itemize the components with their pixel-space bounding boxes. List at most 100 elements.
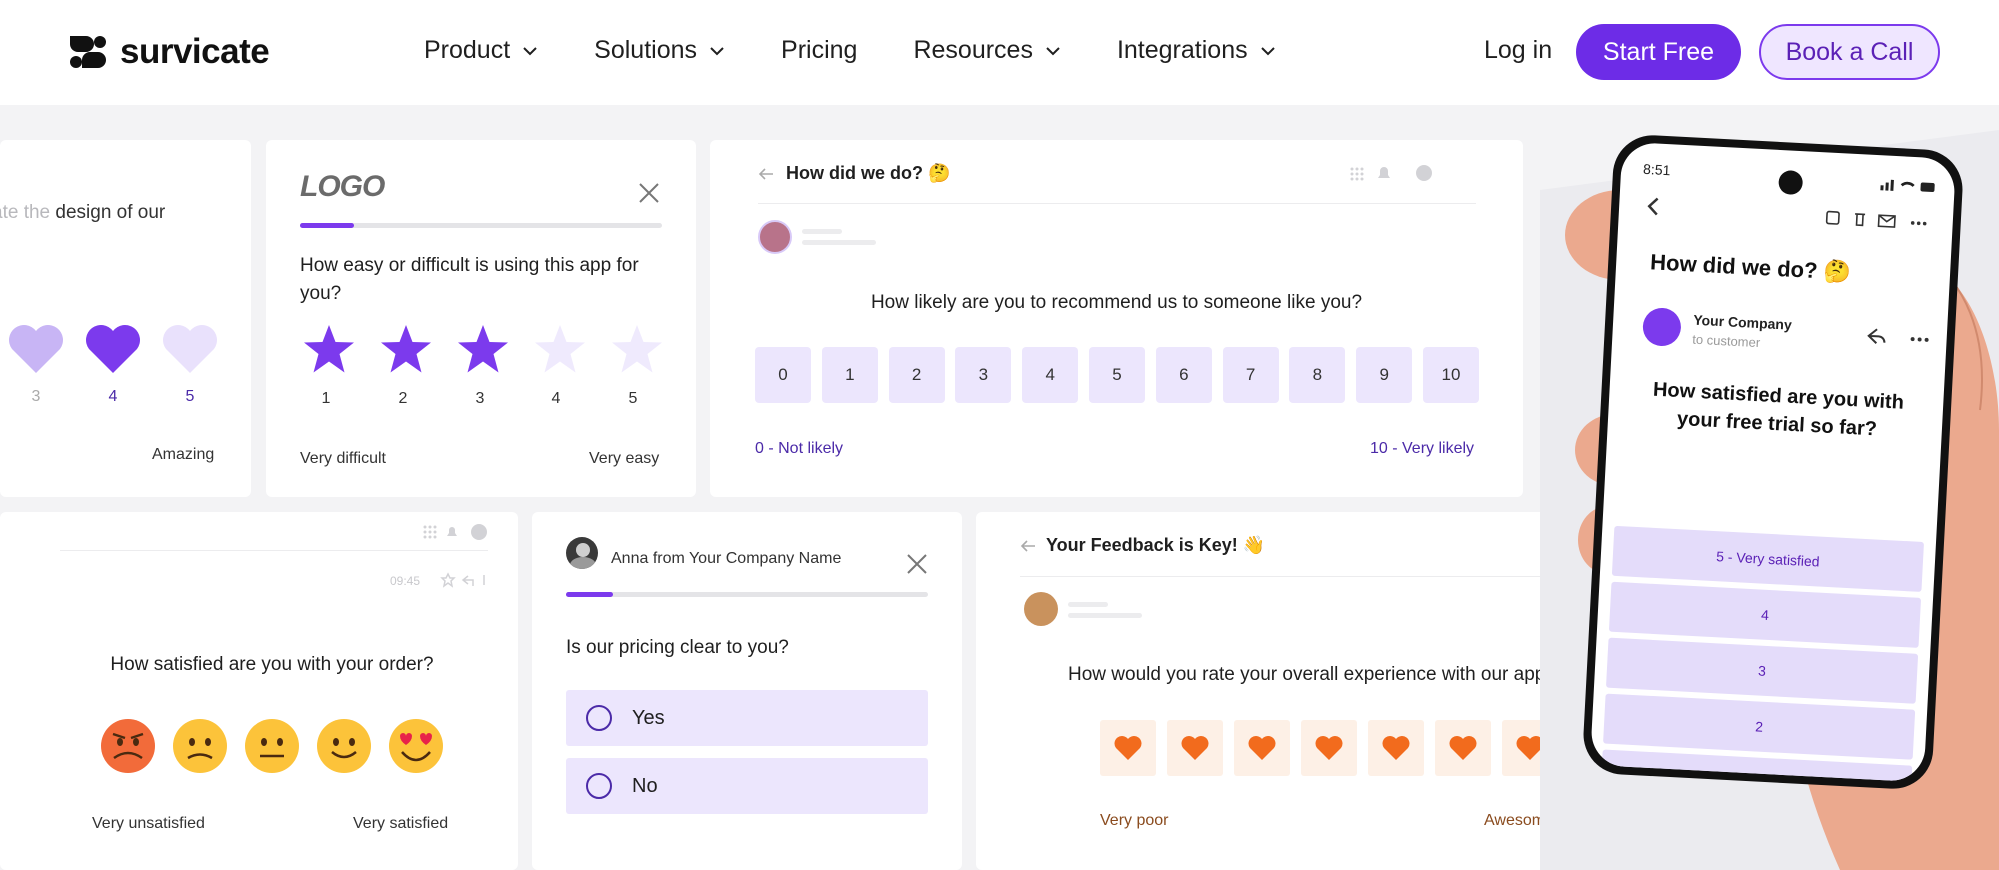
nps-option[interactable]: 6 — [1155, 347, 1212, 403]
nps-survey-card: How did we do? 🤔 How likely are you to r… — [710, 140, 1523, 497]
star-scale-label: 4 — [551, 390, 561, 407]
phone-answer-option[interactable]: 3 — [1605, 637, 1919, 704]
menu-label: Pricing — [781, 36, 858, 64]
heart-icon[interactable] — [160, 323, 220, 375]
email-title: How did we do? 🤔 — [786, 163, 951, 183]
star-icon[interactable] — [456, 323, 510, 375]
heart-icon[interactable] — [6, 323, 66, 375]
star-scale-label: 5 — [628, 390, 638, 407]
close-icon[interactable] — [638, 182, 660, 204]
emoji-face-icon[interactable] — [244, 718, 300, 774]
divider — [60, 550, 488, 551]
emoji-face-icon[interactable] — [388, 718, 444, 774]
nps-option[interactable]: 5 — [1089, 347, 1145, 403]
nps-option[interactable]: 8 — [1289, 347, 1346, 403]
left-scale-label: 0 - Not likely — [755, 440, 844, 457]
nps-option[interactable]: 3 — [955, 347, 1012, 403]
answer-option-yes[interactable]: Yes — [566, 690, 928, 746]
heart-rating-option[interactable] — [1435, 720, 1491, 776]
email-title: Your Feedback is Key! 👋 — [1046, 535, 1266, 555]
menu-label: Resources — [913, 36, 1033, 64]
experience-rating-card: Your Feedback is Key! 👋 How would you ra… — [976, 512, 1596, 870]
emoji-face-icon[interactable] — [100, 718, 156, 774]
login-link[interactable]: Log in — [1484, 36, 1552, 65]
back-arrow-icon[interactable] — [758, 167, 774, 181]
heart-scale-label: 3 — [31, 388, 41, 405]
menu-pricing[interactable]: Pricing — [781, 36, 857, 65]
recipient-label: to customer — [1691, 331, 1761, 351]
heart-rating-option[interactable] — [1368, 720, 1424, 776]
survey-progress-bar — [300, 223, 662, 228]
status-time: 8:51 — [1642, 160, 1671, 179]
brand-logo[interactable]: survicate — [66, 30, 270, 74]
emoji-face-icon[interactable] — [316, 718, 372, 774]
camera-notch — [1778, 169, 1804, 196]
mail-actions-icons[interactable] — [1824, 208, 1933, 232]
main-menu: Product Solutions Pricing Resources Inte… — [424, 36, 1276, 65]
nps-option[interactable]: 0 — [755, 347, 811, 403]
heart-rating-option[interactable] — [1100, 720, 1156, 776]
phone-answer-option[interactable]: 2 — [1603, 693, 1916, 760]
phone-screen: 8:51 How did we do? 🤔 Your Company to cu… — [1589, 141, 1957, 783]
reply-more-icons[interactable] — [1862, 325, 1933, 351]
avatar — [1024, 592, 1058, 626]
right-scale-label: Very satisfied — [353, 815, 449, 832]
star-icon[interactable] — [533, 323, 587, 375]
heart-rating-option[interactable] — [1234, 720, 1290, 776]
menu-solutions[interactable]: Solutions — [594, 36, 725, 65]
question-text: How satisfied are you with your free tri… — [1652, 378, 1905, 441]
reply-actions-icon — [440, 572, 485, 588]
nps-option[interactable]: 2 — [888, 347, 945, 403]
radio-button[interactable] — [586, 705, 612, 731]
right-scale-label: Very easy — [589, 450, 660, 467]
phone-frame: 8:51 How did we do? 🤔 Your Company to cu… — [1581, 133, 1965, 791]
toolbar-icons — [423, 524, 487, 540]
back-arrow-icon[interactable] — [1020, 539, 1036, 553]
heart-scale-label: 4 — [108, 388, 118, 405]
phone-answer-option[interactable]: 4 — [1608, 581, 1922, 648]
chevron-down-icon — [710, 46, 724, 55]
chevron-down-icon — [523, 46, 537, 55]
sender-name: Anna from Your Company Name — [611, 550, 842, 567]
emoji-face-icon[interactable] — [172, 718, 228, 774]
question-text: How likely are you to recommend us to so… — [870, 292, 1363, 313]
option-label: Yes — [632, 706, 665, 729]
star-scale-label: 1 — [321, 390, 331, 407]
nps-option[interactable]: 10 — [1423, 347, 1479, 403]
menu-integrations[interactable]: Integrations — [1117, 36, 1276, 65]
heart-rating-option[interactable] — [1167, 720, 1223, 776]
phone-mockup: 8:51 How did we do? 🤔 Your Company to cu… — [1540, 130, 1999, 870]
left-scale-label: Very unsatisfied — [92, 815, 205, 832]
radio-button[interactable] — [586, 773, 612, 799]
question-text: Is our pricing clear to you? — [566, 637, 789, 658]
progress-fill — [300, 223, 355, 228]
star-icon[interactable] — [379, 323, 433, 375]
menu-resources[interactable]: Resources — [913, 36, 1061, 65]
nps-option[interactable]: 4 — [1022, 347, 1079, 403]
heart-icon[interactable] — [83, 323, 143, 375]
top-navigation: survicate Product Solutions Pricing Reso… — [0, 0, 1999, 105]
heart-icon — [1315, 736, 1343, 760]
nps-option[interactable]: 7 — [1222, 347, 1279, 403]
heart-icon — [1382, 736, 1410, 760]
start-free-button[interactable]: Start Free — [1576, 24, 1741, 80]
placeholder-line — [1068, 602, 1108, 607]
menu-product[interactable]: Product — [424, 36, 538, 65]
star-icon[interactable] — [610, 323, 664, 375]
answer-option-no[interactable]: No — [566, 758, 928, 814]
question-text: How would you rate your overall experien… — [1068, 664, 1546, 685]
pricing-question-card: Anna from Your Company Name Is our prici… — [532, 512, 962, 870]
heart-icon — [1449, 736, 1477, 760]
heart-rating-option[interactable] — [1301, 720, 1357, 776]
heart-icon — [1181, 736, 1209, 760]
back-chevron-icon[interactable] — [1645, 195, 1662, 218]
menu-label: Integrations — [1116, 36, 1248, 64]
phone-answer-option[interactable]: 5 - Very satisfied — [1611, 525, 1925, 592]
close-icon[interactable] — [906, 553, 928, 575]
book-call-button[interactable]: Book a Call — [1759, 24, 1940, 80]
divider — [1020, 576, 1580, 577]
star-icon[interactable] — [302, 323, 356, 375]
nps-option[interactable]: 1 — [821, 347, 878, 403]
nps-option[interactable]: 9 — [1356, 347, 1413, 403]
sender-avatar — [566, 537, 598, 569]
